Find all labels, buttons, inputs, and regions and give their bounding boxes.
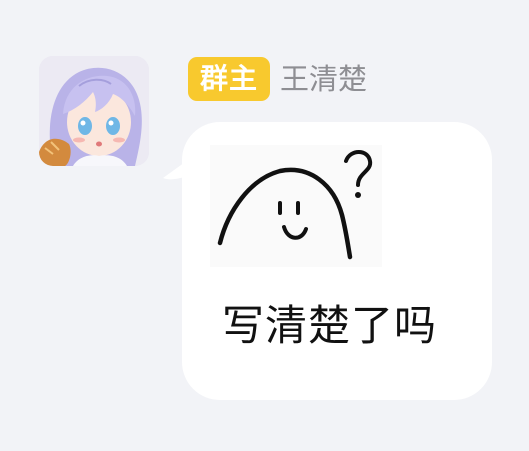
message-text: 写清楚了吗 [222, 301, 438, 350]
sticker-image[interactable] [210, 145, 382, 267]
sender-avatar[interactable] [39, 56, 149, 166]
chat-message-row: 群主 王清楚 写清楚了吗 [0, 0, 529, 451]
anime-girl-avatar-icon [39, 56, 149, 166]
sender-name[interactable]: 王清楚 [280, 57, 367, 101]
confused-blob-sticker-icon [210, 145, 382, 267]
sender-header: 群主 王清楚 [188, 57, 367, 101]
role-badge: 群主 [188, 57, 271, 101]
